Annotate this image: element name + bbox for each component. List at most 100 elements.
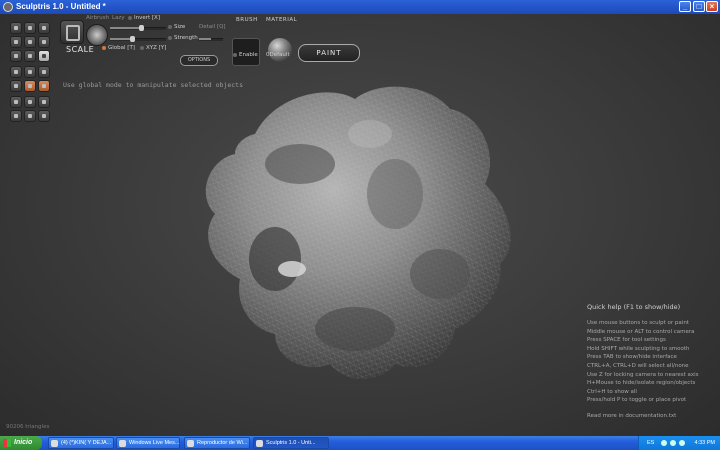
- material-title: MATERIAL: [266, 17, 298, 23]
- invert-label: Invert [X]: [134, 15, 160, 21]
- tray-messenger-icon[interactable]: [679, 440, 685, 446]
- strength-label: Strength: [168, 35, 198, 41]
- messenger-icon: [119, 440, 126, 447]
- close-button[interactable]: ×: [706, 1, 718, 12]
- brush-enable-toggle[interactable]: Enable: [233, 52, 258, 58]
- symmetry-icon[interactable]: [10, 80, 22, 92]
- strength-slider-fill: [110, 38, 133, 40]
- size-slider-knob[interactable]: [138, 25, 144, 31]
- xyz-toggle[interactable]: XYZ [Y]: [140, 45, 166, 51]
- paint-button[interactable]: PAINT: [298, 44, 360, 62]
- taskbar-item-active[interactable]: Sculptris 1.0 - Unti...: [253, 437, 329, 449]
- quick-help-line: Press SPACE for tool settings: [587, 337, 666, 344]
- invert-dot: [128, 15, 132, 20]
- xyz-label: XYZ [Y]: [146, 45, 167, 51]
- quick-help-line: CTRL+A, CTRL+D will select all/none: [587, 362, 689, 369]
- maximize-button[interactable]: □: [693, 1, 705, 12]
- tray-volume-icon[interactable]: [670, 440, 676, 446]
- taskbar: Inicio (4) (*)KIN( Y DEJA... Windows Liv…: [0, 436, 720, 450]
- new-sphere-icon[interactable]: [10, 96, 22, 108]
- brush-dial-icon[interactable]: [86, 24, 108, 46]
- app-icon: [3, 2, 13, 12]
- system-tray: ES 4:33 PM: [638, 436, 720, 450]
- quick-help-line: Hold SHIFT while sculpting to smooth: [587, 345, 690, 352]
- crease-tool-icon[interactable]: [38, 22, 50, 34]
- invert-toggle[interactable]: Invert [X]: [128, 15, 160, 21]
- mask-tool-icon[interactable]: [10, 66, 22, 78]
- grab-tool-icon[interactable]: [10, 50, 22, 62]
- current-tool-icon[interactable]: [60, 20, 84, 44]
- global-toggle[interactable]: Global [T]: [102, 45, 135, 51]
- subdivide-tool-icon[interactable]: [38, 66, 50, 78]
- pinch-tool-icon[interactable]: [24, 36, 36, 48]
- undo-icon[interactable]: [10, 110, 22, 122]
- flatten-tool-icon[interactable]: [24, 22, 36, 34]
- size-label-text: Size: [174, 24, 186, 30]
- scale-tool-icon[interactable]: [38, 50, 50, 62]
- taskbar-item-label: Windows Live Mes...: [129, 440, 180, 446]
- minimize-button[interactable]: _: [679, 1, 691, 12]
- media-player-icon: [187, 440, 194, 447]
- redo-icon[interactable]: [24, 110, 36, 122]
- detail-slider[interactable]: [199, 38, 223, 41]
- language-indicator[interactable]: ES: [647, 436, 654, 450]
- quick-help-panel: Quick help (F1 to show/hide) Use mouse b…: [587, 303, 717, 419]
- taskbar-item[interactable]: (4) (*)KIN( Y DEJA...: [48, 437, 114, 449]
- inflate-tool-icon[interactable]: [10, 36, 22, 48]
- detail-slider-fill: [199, 38, 211, 40]
- strength-dot: [168, 35, 172, 40]
- quick-help-title: Quick help (F1 to show/hide): [587, 303, 681, 311]
- global-dot: [102, 45, 106, 50]
- reduce-tool-icon[interactable]: [24, 66, 36, 78]
- smooth-tool-icon[interactable]: [38, 36, 50, 48]
- material-preview-ball[interactable]: [268, 38, 292, 62]
- taskbar-item-label: Reproductor de Wi...: [197, 440, 248, 446]
- sculptris-icon: [256, 440, 263, 447]
- material-toggle-icon[interactable]: [38, 80, 50, 92]
- xyz-dot: [140, 45, 144, 50]
- sculpt-model[interactable]: [180, 74, 530, 394]
- taskbar-item[interactable]: Windows Live Mes...: [116, 437, 180, 449]
- browser-icon: [51, 440, 58, 447]
- start-button[interactable]: Inicio: [0, 436, 42, 450]
- taskbar-item[interactable]: Reproductor de Wi...: [184, 437, 250, 449]
- quick-help-line: Press TAB to show/hide interface: [587, 354, 677, 361]
- clock: 4:33 PM: [694, 440, 715, 446]
- detail-toggle[interactable]: Detail [Q]: [199, 24, 226, 30]
- global-label: Global [T]: [108, 45, 135, 51]
- window-titlebar[interactable]: Sculptris 1.0 - Untitled * _ □ ×: [0, 0, 720, 14]
- start-label: Inicio: [14, 439, 33, 446]
- brush-title: BRUSH: [236, 17, 258, 23]
- save-file-icon[interactable]: [38, 96, 50, 108]
- strength-label-text: Strength: [174, 35, 198, 41]
- quick-help-line: Use mouse buttons to sculpt or paint: [587, 320, 689, 326]
- material-name: 0Default: [266, 52, 290, 58]
- strength-slider-knob[interactable]: [130, 36, 136, 42]
- triangle-count: 90206 triangles: [6, 424, 50, 430]
- settings-icon[interactable]: [38, 110, 50, 122]
- size-slider-fill: [110, 27, 141, 29]
- strength-slider[interactable]: [110, 36, 166, 42]
- size-slider[interactable]: [110, 25, 166, 31]
- open-file-icon[interactable]: [24, 96, 36, 108]
- lazy-toggle[interactable]: Lazy: [112, 15, 125, 21]
- model-cavity: [265, 144, 335, 184]
- model-cavity: [410, 249, 470, 299]
- brush-enable-label: Enable: [239, 52, 258, 58]
- rotate-tool-icon[interactable]: [24, 50, 36, 62]
- draw-tool-icon[interactable]: [10, 22, 22, 34]
- model-cavity: [367, 159, 423, 229]
- tray-network-icon[interactable]: [661, 440, 667, 446]
- quick-help-line: Press/hold P to toggle or place pivot: [587, 397, 687, 404]
- tool-name-label: SCALE: [66, 45, 95, 54]
- quick-help-line: Middle mouse or ALT to control camera: [587, 328, 695, 335]
- quick-help-footer: Read more in documentation.txt: [587, 412, 677, 419]
- wireframe-toggle-icon[interactable]: [24, 80, 36, 92]
- size-dot: [168, 24, 172, 29]
- airbrush-toggle[interactable]: Airbrush: [86, 15, 109, 21]
- window-title: Sculptris 1.0 - Untitled *: [16, 2, 106, 11]
- model-highlight: [278, 261, 306, 277]
- brush-enable-dot: [233, 52, 237, 57]
- options-button[interactable]: OPTIONS: [180, 55, 218, 66]
- sculpt-viewport[interactable]: SCALE Airbrush Lazy Invert [X] Size Deta…: [0, 14, 720, 436]
